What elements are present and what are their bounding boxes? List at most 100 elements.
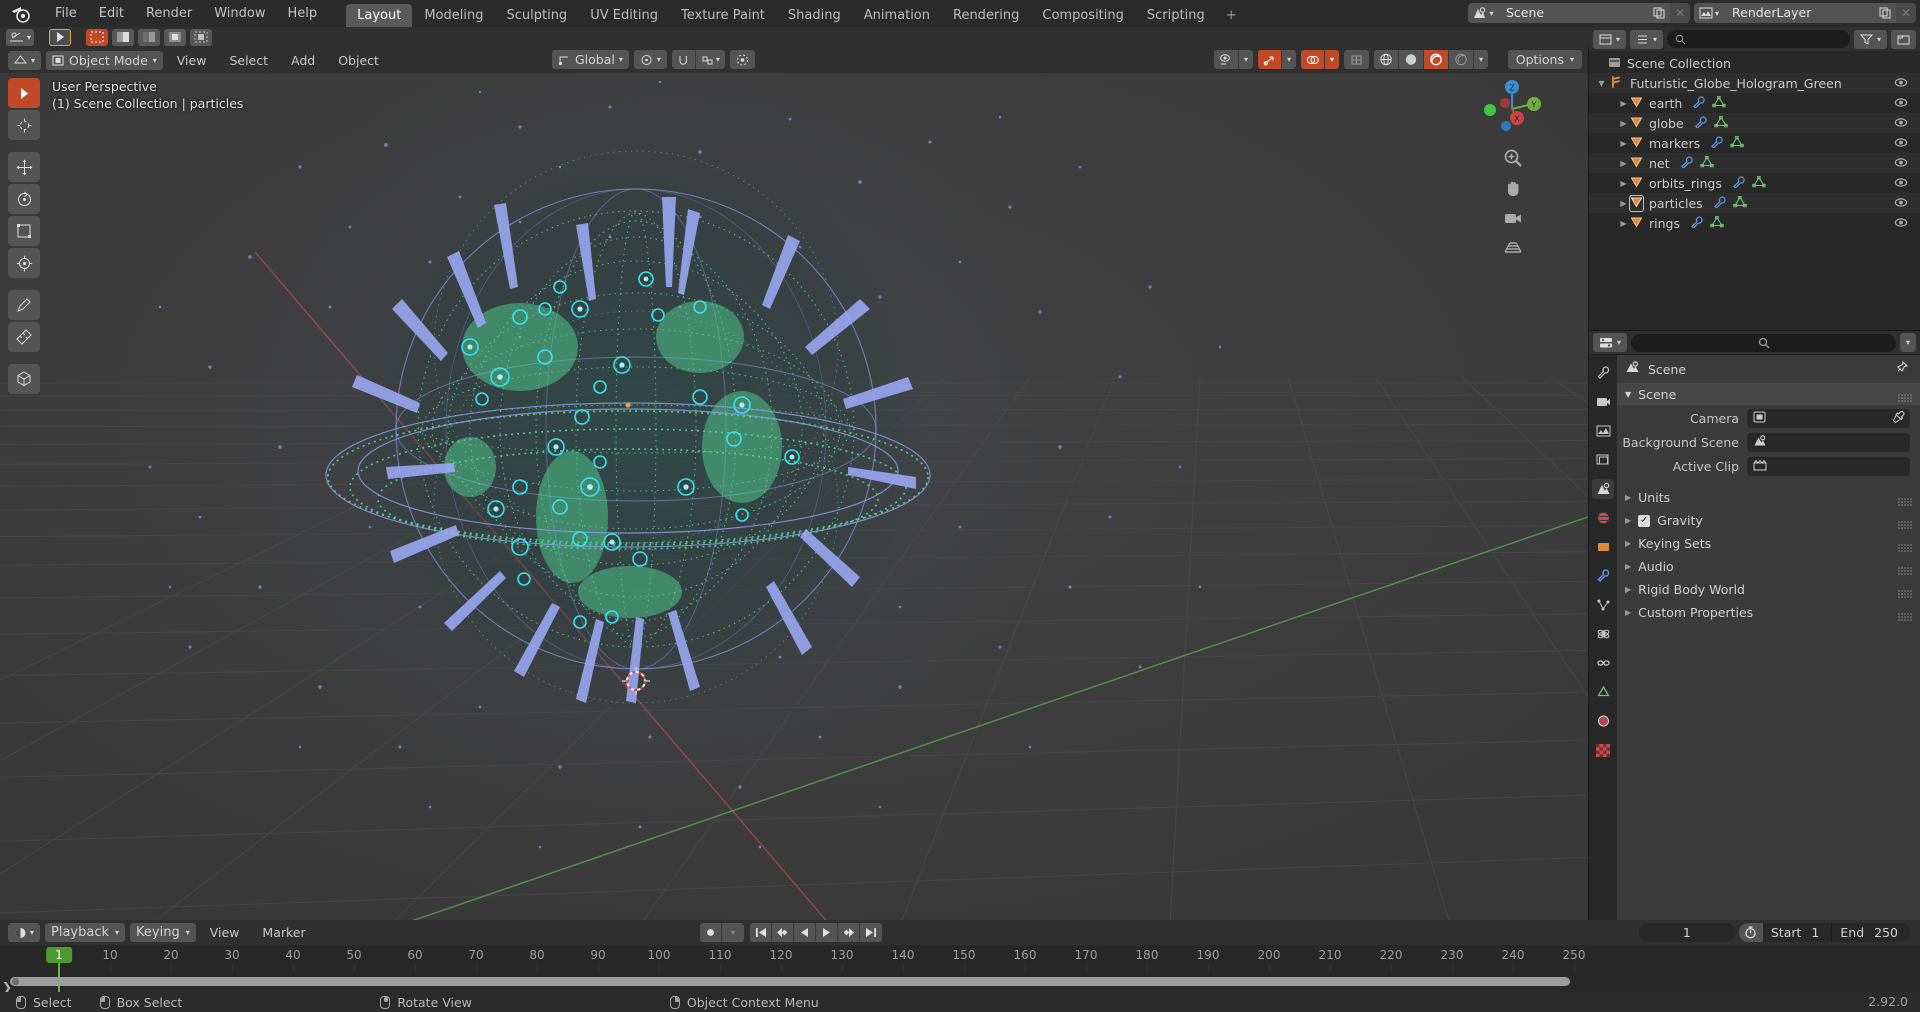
workspace-tab-uv-editing[interactable]: UV Editing bbox=[579, 4, 670, 27]
rendered-shading-icon[interactable] bbox=[1448, 50, 1474, 69]
menu-window[interactable]: Window bbox=[203, 3, 276, 24]
wireframe-shading-icon[interactable] bbox=[1373, 50, 1399, 69]
options-button[interactable]: Options ▾ bbox=[1507, 50, 1582, 69]
mesh-data-icon[interactable] bbox=[1752, 175, 1766, 191]
tab-physics[interactable] bbox=[1592, 624, 1614, 644]
remove-view-layer-button[interactable]: ✕ bbox=[1896, 3, 1916, 23]
outliner-new-collection-button[interactable] bbox=[1891, 29, 1916, 49]
shading-modes-group[interactable]: ▾ bbox=[1373, 50, 1488, 69]
gizmo-group[interactable]: ▾ bbox=[1257, 50, 1296, 69]
editor-type-button[interactable]: ▾ bbox=[8, 50, 42, 70]
tweak-tool-button[interactable] bbox=[49, 28, 72, 46]
workspace-tab-texture-paint[interactable]: Texture Paint bbox=[670, 4, 776, 27]
jump-to-next-keyframe-icon[interactable] bbox=[838, 923, 860, 942]
jump-to-end-icon[interactable] bbox=[860, 923, 882, 942]
section-gravity[interactable]: ▶ ✓ Gravity bbox=[1617, 510, 1920, 531]
menu-file[interactable]: File bbox=[44, 3, 88, 24]
tab-material[interactable] bbox=[1592, 711, 1614, 731]
timeline-menu-view[interactable]: View bbox=[201, 923, 249, 942]
timeline-editor[interactable]: ▾ Playback ▾ Keying ▾ View Marker ▾ 1 St… bbox=[0, 920, 1920, 996]
panel-header-scene[interactable]: ▼ Scene bbox=[1617, 383, 1920, 405]
workspace-tab-shading[interactable]: Shading bbox=[776, 4, 852, 27]
properties-content[interactable]: Scene ▼ Scene Camera Background Scene Ac… bbox=[1617, 355, 1920, 920]
visibility-eye-icon[interactable] bbox=[1894, 156, 1908, 171]
overlays-group[interactable]: ▾ bbox=[1300, 50, 1339, 69]
visibility-eye-icon[interactable] bbox=[1894, 216, 1908, 231]
view-layer-selector[interactable]: ▾ RenderLayer ✕ bbox=[1694, 3, 1916, 23]
xray-toggle-button[interactable] bbox=[1343, 50, 1369, 69]
tab-scene[interactable] bbox=[1592, 479, 1614, 499]
select-mode-new-button[interactable] bbox=[86, 28, 109, 46]
gravity-checkbox[interactable]: ✓ bbox=[1638, 514, 1651, 527]
outliner-row-object-selected[interactable]: ▶ particles bbox=[1589, 193, 1920, 213]
modifier-wrench-icon[interactable] bbox=[1690, 215, 1704, 231]
overlays-dropdown-icon[interactable]: ▾ bbox=[1324, 50, 1339, 69]
tab-particles[interactable] bbox=[1592, 595, 1614, 615]
mode-selector[interactable]: Object Mode ▾ bbox=[46, 50, 163, 70]
add-workspace-button[interactable]: + bbox=[1216, 4, 1246, 27]
workspace-tab-layout[interactable]: Layout bbox=[346, 4, 413, 27]
properties-tab-column[interactable] bbox=[1589, 355, 1617, 920]
workspace-tab-rendering[interactable]: Rendering bbox=[942, 4, 1031, 27]
visibility-eye-icon[interactable] bbox=[1894, 136, 1908, 151]
visibility-eye-icon[interactable] bbox=[1894, 116, 1908, 131]
play-reverse-icon[interactable] bbox=[794, 923, 816, 942]
timeline-menu-marker[interactable]: Marker bbox=[253, 923, 314, 942]
outliner-row-object[interactable]: ▶ markers bbox=[1589, 133, 1920, 153]
auto-keying-icon[interactable] bbox=[700, 923, 722, 942]
expand-arrow-icon[interactable]: ▶ bbox=[1617, 139, 1630, 148]
navigation-gizmo[interactable]: Z Y X bbox=[1480, 77, 1544, 141]
outliner-row-object[interactable]: ▶ rings bbox=[1589, 213, 1920, 233]
visibility-dropdown-icon[interactable]: ▾ bbox=[1238, 50, 1253, 69]
proportional-editing-button[interactable] bbox=[729, 50, 755, 69]
timeline-menu-playback[interactable]: Playback ▾ bbox=[45, 923, 126, 942]
outliner-tree[interactable]: Scene Collection ▼ Futuristic_Globe_Holo… bbox=[1589, 51, 1920, 330]
jump-to-prev-keyframe-icon[interactable] bbox=[772, 923, 794, 942]
select-mode-extend-button[interactable] bbox=[112, 28, 135, 46]
select-mode-subtract-button[interactable] bbox=[138, 28, 161, 46]
mesh-data-icon[interactable] bbox=[1710, 215, 1724, 231]
background-scene-field[interactable] bbox=[1747, 433, 1910, 452]
timeline-horizontal-scrollbar[interactable] bbox=[10, 977, 1570, 986]
transport-controls[interactable] bbox=[750, 923, 882, 942]
menu-edit[interactable]: Edit bbox=[88, 3, 135, 24]
scene-name[interactable]: Scene bbox=[1498, 3, 1648, 23]
tab-constraints[interactable] bbox=[1592, 653, 1614, 673]
mesh-data-icon[interactable] bbox=[1730, 135, 1744, 151]
remove-scene-button[interactable]: ✕ bbox=[1670, 3, 1690, 23]
outliner-editor-type-button[interactable]: ▾ bbox=[1593, 29, 1627, 49]
workspace-tab-animation[interactable]: Animation bbox=[852, 4, 941, 27]
play-icon[interactable] bbox=[816, 923, 838, 942]
timeline-ruler[interactable]: ❯ 10 20 30 40 50 60 70 80 90 100 110 120… bbox=[0, 945, 1920, 996]
view-layer-name[interactable]: RenderLayer bbox=[1724, 3, 1874, 23]
modifier-wrench-icon[interactable] bbox=[1713, 195, 1727, 211]
scrollbar-handle-left[interactable] bbox=[12, 978, 19, 985]
tab-world[interactable] bbox=[1592, 508, 1614, 528]
toggle-orthographic-icon[interactable] bbox=[1502, 237, 1524, 259]
start-frame-value[interactable]: 1 bbox=[1811, 925, 1831, 940]
object-visibility-icon[interactable] bbox=[1213, 50, 1239, 69]
tool-scale[interactable] bbox=[8, 216, 40, 246]
new-view-layer-button[interactable] bbox=[1874, 3, 1896, 23]
tab-tool[interactable] bbox=[1592, 363, 1614, 383]
use-preview-range-icon[interactable] bbox=[1738, 923, 1763, 942]
gizmo-toggle-icon[interactable] bbox=[1257, 50, 1282, 69]
section-units[interactable]: ▶ Units bbox=[1617, 487, 1920, 508]
active-tool-icon[interactable]: ▾ bbox=[6, 28, 35, 46]
camera-view-icon[interactable] bbox=[1502, 207, 1524, 229]
jump-to-start-icon[interactable] bbox=[750, 923, 772, 942]
tool-rotate[interactable] bbox=[8, 184, 40, 214]
outliner-filter-button[interactable]: ▾ bbox=[1853, 29, 1887, 49]
modifier-wrench-icon[interactable] bbox=[1732, 175, 1746, 191]
workspace-tab-scripting[interactable]: Scripting bbox=[1135, 4, 1216, 27]
visibility-eye-icon[interactable] bbox=[1894, 76, 1908, 91]
overlays-toggle-icon[interactable] bbox=[1300, 50, 1325, 69]
tab-view-layer[interactable] bbox=[1592, 450, 1614, 470]
workspace-tab-modeling[interactable]: Modeling bbox=[413, 4, 495, 27]
properties-options-button[interactable]: ▾ bbox=[1899, 333, 1916, 352]
outliner-row-object[interactable]: ▶ net bbox=[1589, 153, 1920, 173]
expand-arrow-icon[interactable]: ▶ bbox=[1617, 199, 1630, 208]
camera-field[interactable] bbox=[1747, 409, 1910, 428]
timeline-editor-type-button[interactable]: ▾ bbox=[8, 923, 41, 942]
snap-pivot-button[interactable]: ▾ bbox=[633, 50, 667, 69]
